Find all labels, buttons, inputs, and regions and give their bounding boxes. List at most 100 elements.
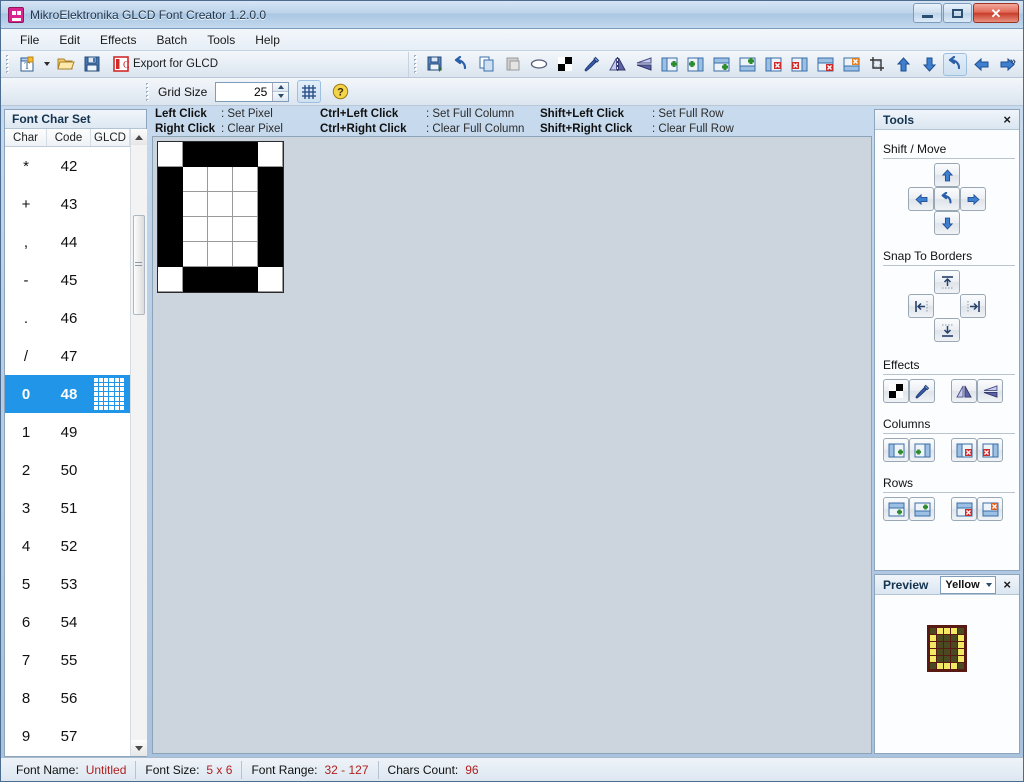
- delete-column-button[interactable]: [813, 53, 837, 76]
- fill-button[interactable]: [579, 53, 603, 76]
- char-row[interactable]: +43: [5, 185, 130, 223]
- snap-top-button[interactable]: [934, 270, 960, 294]
- add-column-left-button[interactable]: [883, 438, 909, 462]
- pixel-cell[interactable]: [258, 167, 283, 192]
- invert-button[interactable]: [883, 379, 909, 403]
- snap-right-button[interactable]: [960, 294, 986, 318]
- pixel-cell[interactable]: [233, 242, 258, 267]
- mirror-horizontal-button[interactable]: [605, 53, 629, 76]
- invert-button[interactable]: [553, 53, 577, 76]
- char-row[interactable]: 452: [5, 527, 130, 565]
- maximize-button[interactable]: [943, 3, 972, 23]
- char-row[interactable]: 149: [5, 413, 130, 451]
- char-row[interactable]: ,44: [5, 223, 130, 261]
- shift-reset-button[interactable]: [934, 187, 960, 211]
- char-row[interactable]: :58: [5, 755, 130, 756]
- char-row[interactable]: 856: [5, 679, 130, 717]
- open-button[interactable]: [54, 53, 78, 76]
- preview-color-select[interactable]: Yellow: [940, 576, 996, 594]
- editor-canvas[interactable]: [152, 136, 872, 754]
- paint-button[interactable]: [909, 379, 935, 403]
- shift-down-button[interactable]: [917, 53, 941, 76]
- pixel-cell[interactable]: [233, 142, 258, 167]
- shift-left-button[interactable]: [908, 187, 934, 211]
- pixel-cell[interactable]: [208, 142, 233, 167]
- pixel-cell[interactable]: [183, 167, 208, 192]
- delete-column-left-button[interactable]: [951, 438, 977, 462]
- add-column-button[interactable]: [709, 53, 733, 76]
- menu-batch[interactable]: Batch: [148, 30, 197, 50]
- mirror-horizontal-button[interactable]: [951, 379, 977, 403]
- pixel-cell[interactable]: [183, 267, 208, 292]
- scrollbar-track[interactable]: [131, 145, 147, 740]
- insert-column-left-button[interactable]: [657, 53, 681, 76]
- toolbar-gripper[interactable]: [6, 55, 11, 73]
- minimize-button[interactable]: [913, 3, 942, 23]
- show-grid-toggle-button[interactable]: [297, 80, 321, 103]
- delete-column-left-button[interactable]: [761, 53, 785, 76]
- new-font-button[interactable]: T: [15, 53, 39, 76]
- pixel-cell[interactable]: [233, 192, 258, 217]
- menu-help[interactable]: Help: [246, 30, 289, 50]
- grid-size-increment-button[interactable]: [273, 83, 288, 92]
- char-row[interactable]: /47: [5, 337, 130, 375]
- paste-button[interactable]: [501, 53, 525, 76]
- menu-edit[interactable]: Edit: [50, 30, 89, 50]
- char-row[interactable]: 654: [5, 603, 130, 641]
- pixel-cell[interactable]: [208, 217, 233, 242]
- add-column-right-button[interactable]: [909, 438, 935, 462]
- char-list-scrollbar[interactable]: [130, 129, 146, 756]
- shift-right-button[interactable]: [995, 53, 1019, 76]
- save-as-button[interactable]: [423, 53, 447, 76]
- shift-up-button[interactable]: [934, 163, 960, 187]
- menu-effects[interactable]: Effects: [91, 30, 145, 50]
- char-table-rows[interactable]: *42+43,44-45.46/470481492503514525536547…: [5, 147, 130, 756]
- remove-column-button[interactable]: [839, 53, 863, 76]
- char-row[interactable]: -45: [5, 261, 130, 299]
- menu-tools[interactable]: Tools: [198, 30, 244, 50]
- pixel-cell[interactable]: [158, 217, 183, 242]
- pixel-cell[interactable]: [183, 242, 208, 267]
- char-row[interactable]: 351: [5, 489, 130, 527]
- shift-down-button[interactable]: [934, 211, 960, 235]
- char-row[interactable]: .46: [5, 299, 130, 337]
- pixel-cell[interactable]: [233, 267, 258, 292]
- menu-file[interactable]: File: [11, 30, 48, 50]
- pixel-cell[interactable]: [158, 242, 183, 267]
- pixel-cell[interactable]: [208, 192, 233, 217]
- pixel-cell[interactable]: [158, 267, 183, 292]
- char-row[interactable]: 553: [5, 565, 130, 603]
- mirror-vertical-button[interactable]: [977, 379, 1003, 403]
- new-font-dropdown-button[interactable]: [41, 53, 52, 76]
- copy-button[interactable]: [475, 53, 499, 76]
- pixel-cell[interactable]: [158, 192, 183, 217]
- pixel-cell[interactable]: [233, 217, 258, 242]
- char-row[interactable]: 250: [5, 451, 130, 489]
- char-row[interactable]: 755: [5, 641, 130, 679]
- export-for-glcd-button[interactable]: C Export for GLCD: [106, 53, 225, 76]
- pixel-cell[interactable]: [258, 267, 283, 292]
- grid-size-input[interactable]: 25: [216, 83, 272, 101]
- delete-column-right-button[interactable]: [977, 438, 1003, 462]
- scroll-up-button[interactable]: [131, 129, 147, 145]
- undo-button[interactable]: [449, 53, 473, 76]
- eraser-button[interactable]: [527, 53, 551, 76]
- append-column-button[interactable]: [735, 53, 759, 76]
- shift-up-button[interactable]: [891, 53, 915, 76]
- pixel-cell[interactable]: [183, 192, 208, 217]
- pixel-cell[interactable]: [258, 192, 283, 217]
- pixel-cell[interactable]: [158, 167, 183, 192]
- add-row-top-button[interactable]: [883, 497, 909, 521]
- grid-toolbar-gripper[interactable]: [146, 83, 151, 101]
- pixel-cell[interactable]: [233, 167, 258, 192]
- pixel-grid[interactable]: [157, 141, 284, 293]
- tools-close-button[interactable]: ×: [1000, 112, 1014, 127]
- scrollbar-thumb[interactable]: [133, 215, 145, 315]
- pixel-cell[interactable]: [208, 167, 233, 192]
- crop-button[interactable]: [865, 53, 889, 76]
- save-button[interactable]: [80, 53, 104, 76]
- insert-column-right-button[interactable]: [683, 53, 707, 76]
- toolbar-gripper-2[interactable]: [414, 55, 419, 73]
- delete-column-right-button[interactable]: [787, 53, 811, 76]
- char-row[interactable]: 048: [5, 375, 130, 413]
